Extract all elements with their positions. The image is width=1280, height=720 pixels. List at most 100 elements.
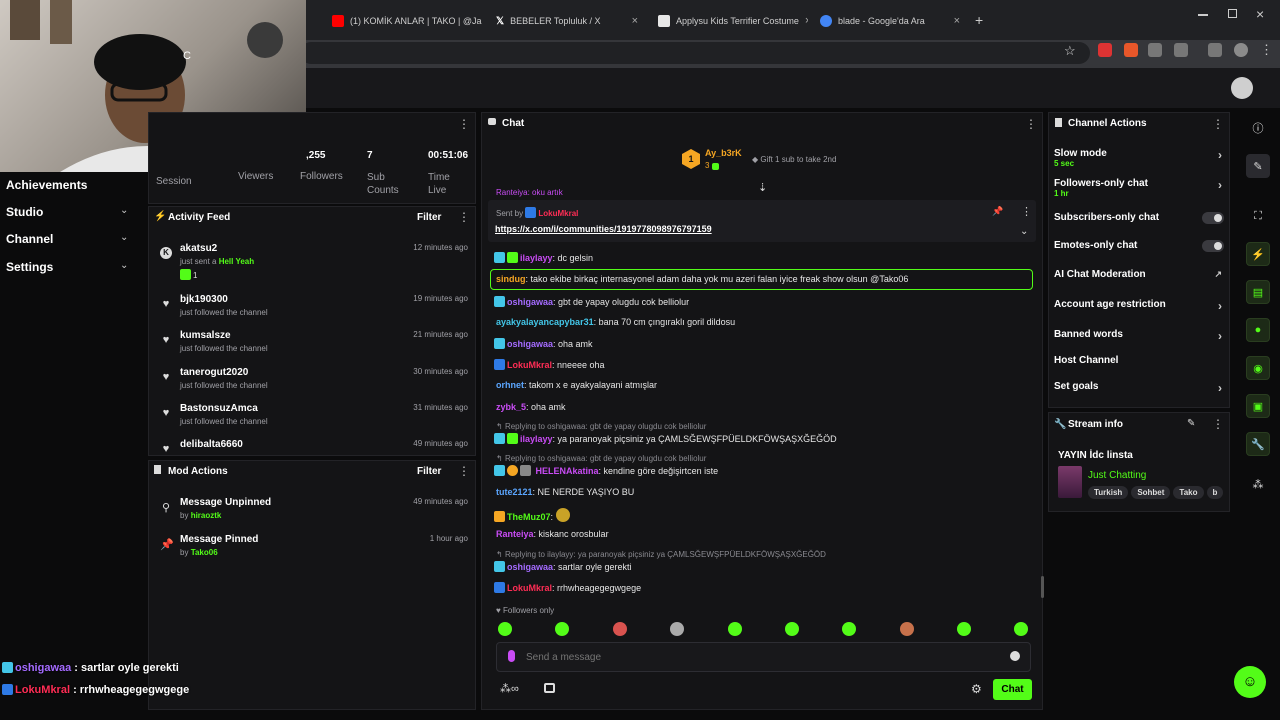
chat-scrollbar[interactable] <box>1041 576 1044 598</box>
nav-settings[interactable]: Settings <box>6 260 53 274</box>
reply-context[interactable]: ↰ Replying to oshigawaa: gbt de yapay ol… <box>496 422 706 431</box>
maximize-icon[interactable] <box>1228 9 1237 18</box>
chat-message[interactable]: LokuMkral: nneeee oha <box>494 359 605 370</box>
chat-message[interactable]: TheMuz07: <box>494 508 572 522</box>
extension-icon[interactable] <box>1148 43 1162 57</box>
followers-only-row[interactable]: Followers-only chat 1 hr › <box>1054 178 1226 198</box>
window-close-icon[interactable]: × <box>1256 6 1264 22</box>
edit-pencil-icon[interactable]: ✎ <box>1187 418 1195 429</box>
chat-message[interactable]: Ranteiya: kiskanc orosbular <box>496 529 609 539</box>
chat-message[interactable]: sindug: tako ekibe birkaç internasyonel … <box>496 274 908 284</box>
emote-button[interactable] <box>1014 622 1028 636</box>
chat-message[interactable]: ayakyalayancapybar31: bana 70 cm çıngıra… <box>496 317 735 327</box>
slow-mode-row[interactable]: Slow mode 5 sec › <box>1054 148 1226 168</box>
support-chat-button[interactable]: ☺ <box>1234 666 1266 698</box>
extension-icon[interactable] <box>1098 43 1112 57</box>
video-icon[interactable]: ▣ <box>1246 394 1270 418</box>
chat-message[interactable]: oshigawaa: oha amk <box>494 338 593 349</box>
browser-tab[interactable]: Applysu Kids Terrifier Costume × <box>648 8 808 34</box>
tag[interactable]: Tako <box>1173 486 1204 499</box>
browser-menu-icon[interactable]: ⋮ <box>1260 42 1273 58</box>
extensions-puzzle-icon[interactable] <box>1174 43 1188 57</box>
emote-button[interactable] <box>785 622 799 636</box>
activity-menu-icon[interactable]: ⋮ <box>458 210 470 224</box>
wrench-icon[interactable]: 🔧 <box>1246 432 1270 456</box>
browser-tab[interactable]: (1) KOMİK ANLAR | TAKO | @Ja × <box>322 8 484 34</box>
broadcast-icon[interactable]: ◉ <box>1246 356 1270 380</box>
set-goals-row[interactable]: Set goals › <box>1054 381 1226 395</box>
tag[interactable]: Turkish <box>1088 486 1129 499</box>
users-icon[interactable]: ⁂ <box>1246 472 1270 496</box>
reply-context[interactable]: ↰ Replying to oshigawaa: gbt de yapay ol… <box>496 454 706 463</box>
emote-button[interactable] <box>613 622 627 636</box>
store-icon[interactable] <box>544 683 555 693</box>
emote-button[interactable] <box>900 622 914 636</box>
tag[interactable]: Sohbet <box>1131 486 1171 499</box>
browser-tab[interactable]: blade - Google'da Ara × <box>810 8 970 34</box>
user-avatar[interactable] <box>1231 77 1253 99</box>
send-chat-button[interactable]: Chat <box>993 679 1032 700</box>
nav-achievements[interactable]: Achievements <box>6 178 87 192</box>
extension-icon[interactable] <box>1124 43 1138 57</box>
tag[interactable]: b <box>1206 486 1224 499</box>
chat-message[interactable]: tute2121: NE NERDE YAŞIYO BU <box>496 487 634 497</box>
emotes-only-toggle[interactable] <box>1202 240 1224 252</box>
chat-icon[interactable]: ● <box>1246 318 1270 342</box>
close-tab-icon[interactable]: × <box>954 15 960 27</box>
minimize-icon[interactable] <box>1198 14 1208 16</box>
lightning-icon[interactable]: ⚡ <box>1246 242 1270 266</box>
media-icon[interactable] <box>1208 43 1222 57</box>
chat-message[interactable]: oshigawaa: gbt de yapay olugdu cok belli… <box>494 296 689 307</box>
edit-pencil-icon[interactable]: ✎ <box>1246 154 1270 178</box>
emoji-icon[interactable] <box>1010 651 1020 661</box>
expand-icon[interactable]: ⛶ <box>1246 204 1270 228</box>
pinned-link[interactable]: https://x.com/i/communities/191977809897… <box>495 224 712 234</box>
chat-message[interactable]: orhnet: takom x e ayakyalayani atmışlar <box>496 380 657 390</box>
profile-avatar-icon[interactable] <box>1234 43 1248 57</box>
category-thumbnail[interactable] <box>1058 466 1082 498</box>
nav-channel[interactable]: Channel <box>6 232 53 246</box>
chevron-down-icon[interactable]: ⌄ <box>120 205 128 216</box>
users-infinity-icon[interactable]: ⁂∞ <box>500 682 519 695</box>
pin-icon[interactable]: 📌 <box>992 206 1003 217</box>
subscribers-only-toggle[interactable] <box>1202 212 1224 224</box>
emote-button[interactable] <box>728 622 742 636</box>
chat-message[interactable]: ilaylayy: dc gelsin <box>494 252 593 263</box>
reply-context[interactable]: ↰ Replying to ilaylayy: ya paranoyak piç… <box>496 550 826 559</box>
activity-filter-button[interactable]: Filter <box>417 212 441 223</box>
microphone-icon[interactable] <box>508 650 515 662</box>
close-tab-icon[interactable]: × <box>632 15 638 27</box>
scroll-down-icon[interactable]: ⇣ <box>758 181 767 194</box>
stream-category[interactable]: Just Chatting <box>1088 470 1146 481</box>
top-gifter-name[interactable]: Ay_b3rK <box>705 148 742 158</box>
pinned-menu-icon[interactable]: ⋮ <box>1021 205 1032 218</box>
chevron-down-icon[interactable]: ⌄ <box>120 260 128 271</box>
chat-message[interactable]: oshigawaa: sartlar oyle gerekti <box>494 561 632 572</box>
emote-button[interactable] <box>957 622 971 636</box>
emote-button[interactable] <box>498 622 512 636</box>
chat-message[interactable]: ilaylayy: ya paranoyak piçsiniz ya ÇAMLS… <box>494 433 837 444</box>
emote-button[interactable] <box>842 622 856 636</box>
stream-info-menu-icon[interactable]: ⋮ <box>1212 417 1224 431</box>
mod-filter-button[interactable]: Filter <box>417 466 441 477</box>
account-age-row[interactable]: Account age restriction › <box>1054 299 1226 313</box>
chat-menu-icon[interactable]: ⋮ <box>1025 117 1037 131</box>
bookmark-star-icon[interactable]: ☆ <box>1064 43 1076 59</box>
close-tab-icon[interactable]: × <box>805 15 808 27</box>
ai-moderation-row[interactable]: AI Chat Moderation ↗ <box>1054 269 1226 280</box>
chevron-down-icon[interactable]: ⌄ <box>1020 226 1028 237</box>
address-bar[interactable] <box>300 42 1090 64</box>
chat-message[interactable]: zybk_5: oha amk <box>496 402 566 412</box>
channel-actions-menu-icon[interactable]: ⋮ <box>1212 117 1224 131</box>
chat-input[interactable] <box>526 648 996 666</box>
browser-tab[interactable]: 𝕏 BEBELER Topluluk / X × <box>486 8 648 34</box>
chat-settings-gear-icon[interactable]: ⚙ <box>971 682 982 696</box>
emote-button[interactable] <box>670 622 684 636</box>
chevron-down-icon[interactable]: ⌄ <box>120 232 128 243</box>
document-icon[interactable]: ▤ <box>1246 280 1270 304</box>
stats-menu-icon[interactable]: ⋮ <box>458 117 470 131</box>
emote-button[interactable] <box>555 622 569 636</box>
gift-sub-prompt[interactable]: ◆ Gift 1 sub to take 2nd <box>752 155 836 164</box>
banned-words-row[interactable]: Banned words › <box>1054 329 1226 343</box>
host-channel-row[interactable]: Host Channel <box>1054 355 1226 366</box>
